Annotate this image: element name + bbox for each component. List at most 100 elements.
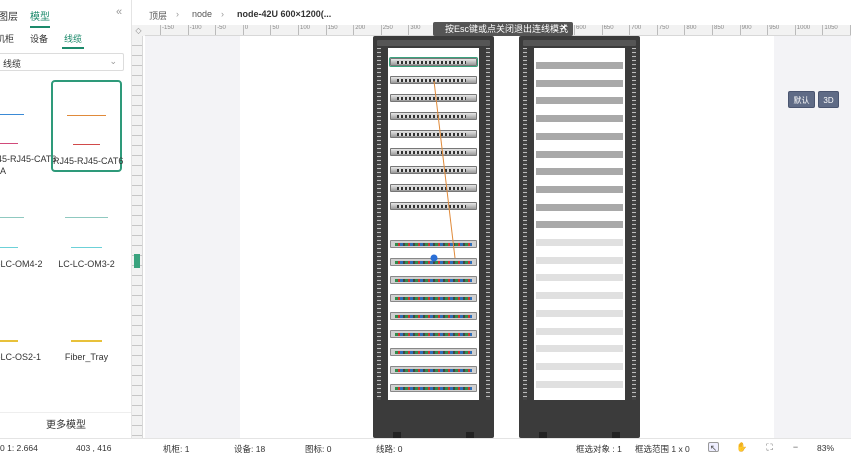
- tab-layers[interactable]: 图层: [0, 8, 18, 23]
- patch-panel-device[interactable]: [390, 294, 477, 302]
- patch-panel-device[interactable]: [390, 348, 477, 356]
- patch-panel-device[interactable]: [390, 384, 477, 392]
- rack-slot[interactable]: [536, 79, 623, 87]
- category-select-value: 线缆: [3, 59, 22, 69]
- switch-device[interactable]: [390, 184, 477, 192]
- rack-slot[interactable]: [536, 132, 623, 140]
- rack-slot[interactable]: [536, 185, 623, 193]
- ruler-tick-label: 200: [353, 25, 365, 35]
- ruler-tick-label: -100: [187, 25, 202, 35]
- subtab-device[interactable]: 设备: [30, 32, 48, 45]
- rack-slot[interactable]: [536, 150, 623, 158]
- rack-slot[interactable]: [536, 309, 623, 317]
- rack-interior: [388, 48, 479, 400]
- rack-slot[interactable]: [536, 327, 623, 335]
- model-card-selected[interactable]: RJ45-RJ45-CAT6: [51, 80, 123, 172]
- category-select[interactable]: 线缆 ⌄: [0, 53, 124, 71]
- model-panel: 图层 模型 « 机柜 设备 线缆 线缆 ⌄ RJ45-RJ45-CAT6 A R…: [0, 0, 132, 438]
- breadcrumb-item-current: node-42U 600×1200(...: [237, 9, 332, 19]
- status-line-count: 线路: 0: [376, 444, 403, 454]
- patch-panel-device[interactable]: [390, 258, 477, 266]
- subtab-cable[interactable]: 线缆: [61, 32, 85, 49]
- rack-post: [377, 48, 381, 400]
- status-bar: 0 1: 2.664 403 , 416 机柜: 1 设备: 18 图标: 0 …: [0, 438, 851, 454]
- patch-panel-device[interactable]: [390, 312, 477, 320]
- rack-cabinet-left[interactable]: [373, 36, 494, 438]
- view-default-button[interactable]: 默认: [788, 91, 815, 108]
- vertical-ruler: [132, 36, 143, 438]
- select-tool-icon[interactable]: ↖: [708, 442, 719, 453]
- rack-slot[interactable]: [536, 274, 623, 282]
- ruler-tick-label: 750: [656, 25, 669, 35]
- zoom-level: 83%: [817, 443, 835, 453]
- cable-preview-teal: [0, 217, 24, 218]
- switch-device[interactable]: [390, 112, 477, 120]
- ruler-tick-label: 1050: [822, 25, 838, 35]
- rack-slot[interactable]: [536, 239, 623, 246]
- rack-slot[interactable]: [536, 380, 623, 388]
- view-3d-button[interactable]: 3D: [818, 91, 839, 108]
- status-cabinet-count: 机柜: 1: [163, 444, 190, 454]
- rack-top-bar: [377, 40, 490, 46]
- model-card[interactable]: Fiber_Tray: [51, 278, 122, 370]
- cable-preview-blue: [0, 114, 24, 115]
- collapse-panel-icon[interactable]: «: [116, 6, 122, 18]
- patch-panel-device[interactable]: [390, 240, 477, 248]
- patch-panel-device[interactable]: [390, 366, 477, 374]
- switch-device[interactable]: [390, 94, 477, 102]
- rack-cabinet-right[interactable]: [519, 36, 640, 438]
- rack-interior: [534, 48, 625, 400]
- breadcrumb-item-top[interactable]: 顶层: [149, 9, 167, 22]
- rack-slot[interactable]: [536, 221, 623, 229]
- model-card[interactable]: LC-LC-OM3-2: [51, 185, 122, 277]
- patch-panel-device[interactable]: [390, 330, 477, 338]
- rack-slot[interactable]: [536, 97, 623, 105]
- breadcrumb-item-node[interactable]: node: [192, 9, 212, 19]
- status-icon-count: 图标: 0: [305, 444, 332, 454]
- model-card-label: LC-LC-OM3-2: [58, 259, 115, 269]
- switch-device[interactable]: [390, 166, 477, 174]
- ruler-tick-label: 800: [684, 25, 696, 35]
- cable-preview-pink: [0, 143, 18, 144]
- pan-hand-icon[interactable]: ✋: [736, 442, 747, 452]
- rack-slot[interactable]: [536, 168, 623, 176]
- switch-device[interactable]: [390, 76, 477, 84]
- ruler-tick-label: -50: [215, 25, 226, 35]
- close-icon[interactable]: ✕: [560, 22, 568, 36]
- rack-slot[interactable]: [536, 115, 623, 123]
- ruler-tick-label: 100: [298, 25, 310, 35]
- rack-top-bar: [523, 40, 636, 46]
- rack-post: [486, 48, 490, 400]
- rack-slot[interactable]: [536, 362, 623, 370]
- ruler-tick-label: 950: [767, 25, 779, 35]
- zoom-out-icon[interactable]: −: [790, 442, 801, 452]
- switch-device[interactable]: [390, 58, 477, 66]
- model-card[interactable]: RJ45-RJ45-CAT6 A: [0, 80, 56, 176]
- status-selection-range: 框选范围 1 x 0: [635, 444, 690, 454]
- cable-preview-orange: [67, 115, 106, 116]
- rack-slot[interactable]: [536, 203, 623, 211]
- model-card[interactable]: LC-LC-OM4-2: [0, 185, 43, 277]
- more-models-button[interactable]: 更多模型: [0, 412, 131, 438]
- tab-models[interactable]: 模型: [30, 8, 50, 28]
- switch-device[interactable]: [390, 148, 477, 156]
- design-canvas[interactable]: 默认 3D: [145, 36, 851, 438]
- switch-device[interactable]: [390, 202, 477, 210]
- model-card[interactable]: LC-LC-OS2-1: [0, 278, 41, 370]
- ruler-tick-label: 50: [270, 25, 279, 35]
- ruler-marker: [134, 254, 140, 268]
- rack-slot[interactable]: [536, 62, 623, 69]
- cable-preview-teal: [65, 217, 108, 218]
- patch-panel-device[interactable]: [390, 276, 477, 284]
- rack-slot[interactable]: [536, 292, 623, 300]
- ruler-tick-label: 300: [408, 25, 420, 35]
- breadcrumb-separator-icon: ›: [176, 9, 179, 19]
- ruler-tick-label: 600: [574, 25, 586, 35]
- rack-slot[interactable]: [536, 256, 623, 264]
- fullscreen-icon[interactable]: ⛶: [764, 442, 775, 452]
- cable-preview-yellow: [0, 340, 18, 342]
- subtab-cabinet[interactable]: 机柜: [0, 32, 14, 45]
- connect-mode-hint-text: 按Esc键或点关闭退出连线模式: [445, 24, 569, 34]
- rack-slot[interactable]: [536, 345, 623, 353]
- switch-device[interactable]: [390, 130, 477, 138]
